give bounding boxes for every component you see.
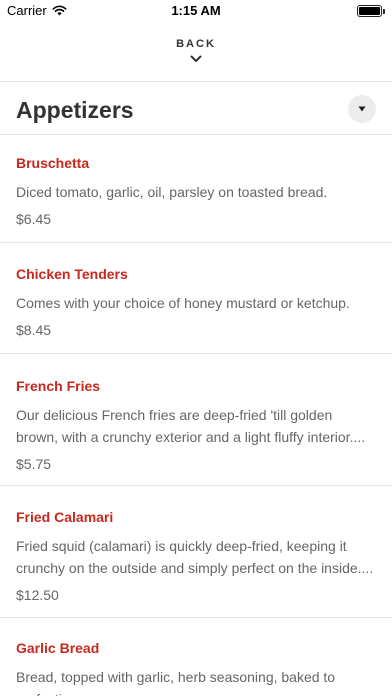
item-price: $8.45 (16, 322, 52, 338)
menu-item[interactable]: Garlic Bread Bread, topped with garlic, … (0, 638, 392, 696)
item-name: Chicken Tenders (16, 266, 128, 282)
item-price: $12.50 (16, 587, 59, 603)
item-name: Garlic Bread (16, 640, 100, 656)
item-name: French Fries (16, 378, 101, 394)
chevron-down-icon (190, 55, 202, 62)
menu-item[interactable]: Fried Calamari Fried squid (calamari) is… (0, 507, 392, 605)
item-name: Bruschetta (16, 155, 90, 171)
back-label: BACK (176, 38, 216, 50)
back-button[interactable]: BACK (0, 38, 392, 72)
section-dropdown-button[interactable] (348, 95, 376, 123)
battery-icon (357, 5, 385, 17)
divider (0, 353, 392, 354)
menu-item[interactable]: French Fries Our delicious French fries … (0, 376, 392, 474)
divider (0, 242, 392, 243)
item-price: $6.45 (16, 211, 52, 227)
item-description: Diced tomato, garlic, oil, parsley on to… (16, 184, 328, 200)
divider (0, 617, 392, 618)
item-description: Bread, topped with garlic, herb seasonin… (16, 669, 336, 696)
section-header: Appetizers (16, 94, 376, 130)
section-title: Appetizers (16, 97, 134, 123)
header-divider (0, 81, 392, 82)
divider (0, 485, 392, 486)
item-description: Fried squid (calamari) is quickly deep-f… (16, 538, 374, 576)
caret-down-icon (358, 106, 366, 112)
item-name: Fried Calamari (16, 509, 114, 525)
divider (0, 134, 392, 135)
item-description: Our delicious French fries are deep-frie… (16, 407, 366, 445)
menu-item[interactable]: Chicken Tenders Comes with your choice o… (0, 264, 392, 340)
item-price: $5.75 (16, 456, 52, 472)
menu-item[interactable]: Bruschetta Diced tomato, garlic, oil, pa… (0, 153, 392, 229)
item-description: Comes with your choice of honey mustard … (16, 295, 350, 311)
status-bar: Carrier 1:15 AM (0, 0, 392, 22)
status-time: 1:15 AM (171, 3, 221, 18)
